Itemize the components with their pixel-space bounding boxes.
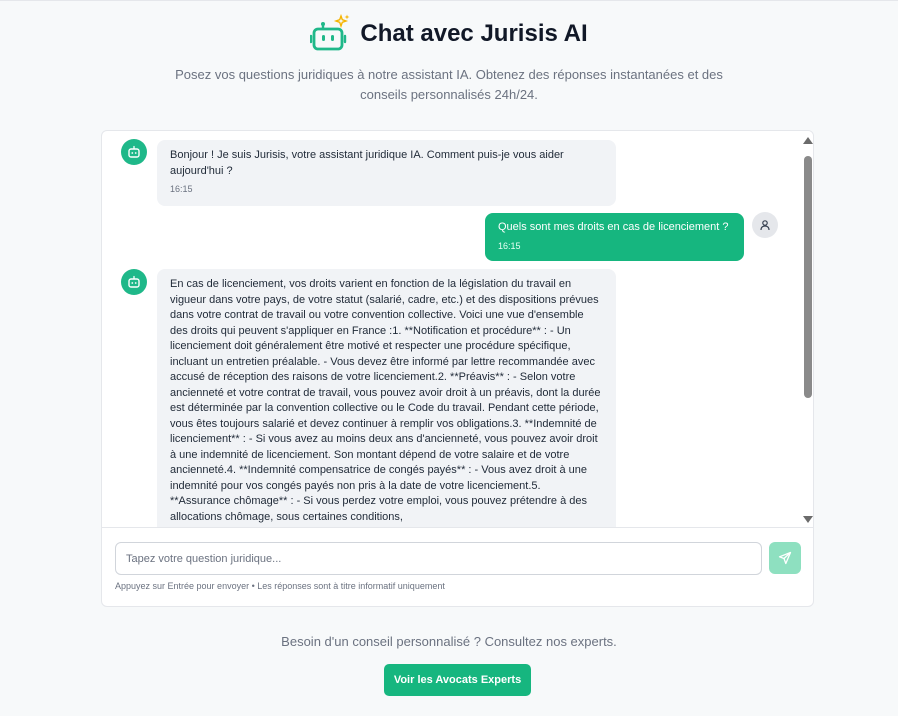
scroll-down-arrow-icon[interactable] bbox=[803, 516, 813, 523]
send-button[interactable] bbox=[769, 542, 801, 574]
user-avatar bbox=[752, 212, 778, 238]
chat-panel: Bonjour ! Je suis Jurisis, votre assista… bbox=[101, 130, 814, 607]
page-subtitle: Posez vos questions juridiques à notre a… bbox=[175, 67, 723, 102]
user-icon bbox=[760, 220, 770, 231]
robot-icon bbox=[128, 275, 140, 288]
bot-avatar bbox=[121, 269, 147, 295]
robot-icon bbox=[128, 145, 140, 158]
composer bbox=[115, 542, 801, 575]
scroll-up-arrow-icon[interactable] bbox=[803, 137, 813, 144]
experts-prompt: Besoin d'un conseil personnalisé ? Consu… bbox=[281, 634, 617, 649]
message-text: En cas de licenciement, vos droits varie… bbox=[170, 278, 601, 523]
input-hint: Appuyez sur Entrée pour envoyer • Les ré… bbox=[115, 581, 445, 591]
bot-avatar bbox=[121, 139, 147, 165]
scroll-thumb[interactable] bbox=[804, 156, 812, 398]
view-experts-button[interactable]: Voir les Avocats Experts bbox=[384, 664, 531, 696]
robot-sparkle-icon bbox=[310, 13, 350, 54]
page-header: Chat avec Jurisis AI bbox=[0, 13, 898, 54]
message-scrollbar[interactable] bbox=[799, 131, 813, 527]
message-list[interactable]: Bonjour ! Je suis Jurisis, votre assista… bbox=[102, 131, 813, 528]
message-text: Bonjour ! Je suis Jurisis, votre assista… bbox=[170, 149, 564, 177]
page-title: Chat avec Jurisis AI bbox=[360, 20, 588, 47]
chat-input[interactable] bbox=[115, 542, 762, 575]
bot-message: En cas de licenciement, vos droits varie… bbox=[157, 269, 616, 527]
message-time: 16:15 bbox=[170, 184, 193, 194]
message-time: 16:15 bbox=[498, 240, 521, 251]
user-message: Quels sont mes droits en cas de licencie… bbox=[485, 213, 744, 261]
bot-message: Bonjour ! Je suis Jurisis, votre assista… bbox=[157, 140, 616, 206]
send-icon bbox=[778, 551, 792, 565]
top-divider bbox=[0, 0, 898, 1]
message-text: Quels sont mes droits en cas de licencie… bbox=[498, 221, 729, 233]
